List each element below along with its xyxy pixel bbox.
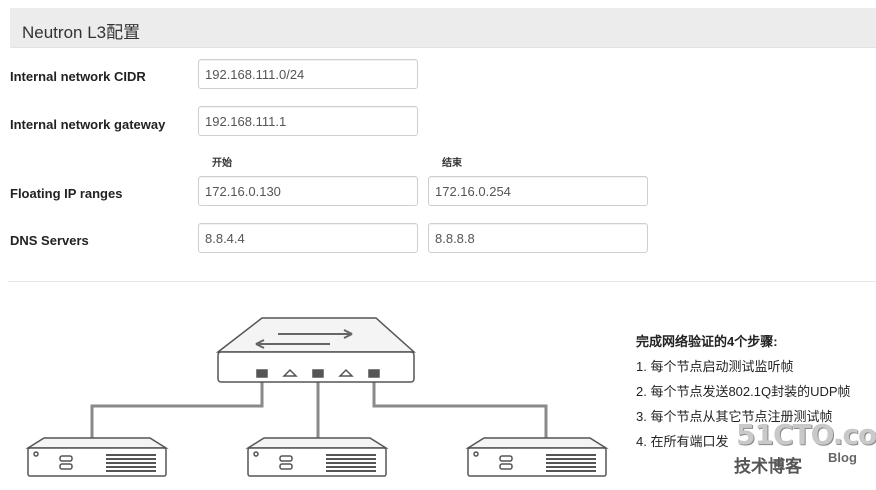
cidr-input[interactable] bbox=[198, 59, 418, 89]
dns-label: DNS Servers bbox=[10, 233, 89, 248]
network-switch-icon bbox=[215, 317, 416, 383]
range-end-label: 结束 bbox=[442, 158, 462, 169]
gateway-label: Internal network gateway bbox=[10, 117, 166, 132]
gateway-input[interactable] bbox=[198, 106, 418, 136]
steps-title: 完成网络验证的4个步骤: bbox=[636, 334, 778, 349]
watermark-logo: 51CTO.com bbox=[736, 418, 876, 451]
server-icon bbox=[465, 437, 609, 477]
watermark-subtitle: 技术博客 bbox=[734, 457, 802, 476]
floating-ip-end-input[interactable] bbox=[428, 176, 648, 206]
dns-server-1-input[interactable] bbox=[198, 223, 418, 253]
watermark-blog: Blog bbox=[828, 450, 857, 465]
dns-server-2-input[interactable] bbox=[428, 223, 648, 253]
range-start-label: 开始 bbox=[212, 158, 232, 169]
section-header: Neutron L3配置 bbox=[10, 8, 876, 48]
network-verification-diagram bbox=[25, 317, 609, 477]
floating-ip-start-input[interactable] bbox=[198, 176, 418, 206]
server-icon bbox=[25, 437, 169, 477]
cidr-label: Internal network CIDR bbox=[10, 69, 146, 84]
server-icon bbox=[245, 437, 389, 477]
network-cables bbox=[90, 378, 548, 440]
site-watermark: 51CTO.com 技术博客 Blog bbox=[732, 418, 876, 478]
floating-ip-label: Floating IP ranges bbox=[10, 186, 123, 201]
step-item: 2. 每个节点发送802.1Q封装的UDP帧 bbox=[636, 384, 851, 399]
page-title: Neutron L3配置 bbox=[22, 23, 141, 42]
section-divider bbox=[8, 281, 876, 282]
step-item: 1. 每个节点启动测试监听帧 bbox=[636, 359, 794, 374]
